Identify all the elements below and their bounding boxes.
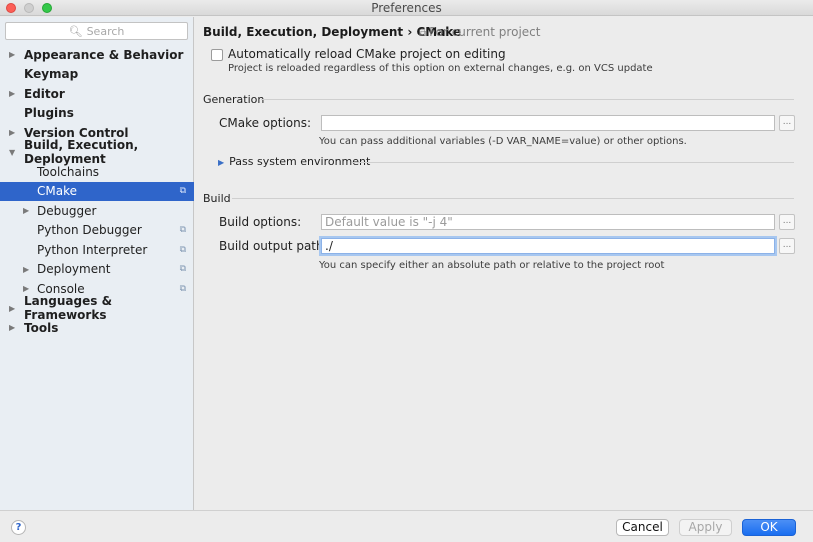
sidebar-item[interactable]: Keymap [0, 65, 194, 85]
sidebar-item[interactable]: Python Debugger ⧉ [0, 221, 194, 241]
sidebar-item[interactable]: ▼ Build, Execution, Deployment [0, 138, 194, 166]
sidebar-item[interactable]: Plugins [0, 104, 194, 124]
sidebar-item-label: Toolchains [37, 164, 100, 179]
dialog-footer: ? Cancel Apply OK [0, 510, 813, 542]
sidebar-item-label: Python Debugger [37, 223, 142, 238]
sidebar-item[interactable]: ▶ Languages & Frameworks [0, 294, 194, 322]
project-scope-icon: ⧉ [419, 28, 427, 39]
search-icon: 🔍︎ [68, 24, 83, 38]
sidebar-item[interactable]: Toolchains [0, 162, 194, 182]
build-options-field[interactable]: Default value is "-j 4" [321, 214, 775, 230]
search-input[interactable]: 🔍︎ Search [5, 22, 188, 40]
window-title: Preferences [371, 1, 442, 15]
cancel-button[interactable]: Cancel [616, 519, 669, 536]
sidebar-item-label: Appearance & Behavior [24, 47, 184, 62]
title-bar: Preferences [0, 0, 813, 16]
cmake-settings-panel: Build, Execution, Deployment › CMake ⧉ Fo… [195, 17, 813, 510]
cmake-options-hint: You can pass additional variables (-D VA… [319, 136, 687, 147]
sidebar-item-label: Keymap [24, 67, 79, 82]
sidebar-item[interactable]: Python Interpreter ⧉ [0, 240, 194, 260]
auto-reload-hint: Project is reloaded regardless of this o… [228, 63, 653, 74]
sidebar-item-label: Python Interpreter [37, 242, 148, 257]
build-divider [232, 198, 794, 199]
sidebar-item-label: Tools [24, 320, 59, 335]
expand-arrow-icon[interactable]: ▶ [23, 206, 29, 215]
sidebar-item[interactable]: CMake ⧉ [0, 181, 194, 201]
auto-reload-label[interactable]: Automatically reload CMake project on ed… [228, 47, 506, 61]
search-placeholder: Search [86, 24, 125, 38]
ok-button[interactable]: OK [742, 519, 796, 536]
pass-env-divider [352, 162, 794, 163]
sidebar-item[interactable]: ▶ Editor [0, 84, 194, 104]
generation-section-title: Generation [203, 93, 265, 106]
settings-sidebar: 🔍︎ Search ▶ Appearance & Behavior Keymap ▶ E… [0, 17, 194, 510]
sidebar-item[interactable]: ▶ Tools [0, 318, 194, 338]
cmake-options-browse-button[interactable]: ... [779, 115, 795, 131]
cmake-options-label: CMake options: [219, 116, 312, 130]
generation-divider [261, 99, 794, 100]
sidebar-item[interactable]: ▶ Debugger [0, 201, 194, 221]
sidebar-item-label: Editor [24, 86, 65, 101]
collapse-arrow-icon[interactable]: ▼ [9, 148, 15, 157]
for-project-label: For current project [429, 25, 541, 39]
build-options-browse-button[interactable]: ... [779, 214, 795, 230]
sidebar-item-label: Debugger [37, 203, 97, 218]
build-options-label: Build options: [219, 215, 302, 229]
build-output-path-hint: You can specify either an absolute path … [319, 260, 665, 271]
build-output-path-browse-button[interactable]: ... [779, 238, 795, 254]
pass-system-environment-label: Pass system environment [229, 155, 371, 168]
expand-arrow-icon[interactable]: ▶ [9, 89, 15, 98]
project-scope-icon: ⧉ [179, 186, 186, 197]
sidebar-item-label: Plugins [24, 106, 74, 121]
build-output-path-field[interactable]: ./ [321, 238, 775, 254]
expand-arrow-icon[interactable]: ▶ [9, 304, 15, 313]
expand-arrow-icon[interactable]: ▶ [23, 265, 29, 274]
sidebar-item-label: CMake [37, 184, 77, 199]
build-section-title: Build [203, 192, 231, 205]
sidebar-item-label: Deployment [37, 262, 111, 277]
expand-arrow-icon[interactable]: ▶ [23, 284, 29, 293]
help-button[interactable]: ? [11, 520, 26, 535]
pass-system-environment-toggle[interactable]: ▶ Pass system environment [218, 155, 370, 168]
expand-arrow-icon[interactable]: ▶ [9, 128, 15, 137]
settings-tree: ▶ Appearance & Behavior Keymap ▶ Editor Plugi… [0, 45, 194, 338]
project-scope-icon: ⧉ [179, 225, 186, 236]
expand-arrow-icon[interactable]: ▶ [9, 50, 15, 59]
project-scope-icon: ⧉ [179, 283, 186, 294]
cmake-options-field[interactable] [321, 115, 775, 131]
sidebar-item[interactable]: ▶ Appearance & Behavior [0, 45, 194, 65]
expand-arrow-icon[interactable]: ▶ [9, 323, 15, 332]
sidebar-item[interactable]: ▶ Deployment ⧉ [0, 260, 194, 280]
project-scope-icon: ⧉ [179, 244, 186, 255]
project-scope-icon: ⧉ [179, 264, 186, 275]
apply-button[interactable]: Apply [679, 519, 732, 536]
expand-arrow-icon: ▶ [218, 158, 225, 167]
for-current-project-note: ⧉ For current project [419, 25, 540, 39]
build-output-path-label: Build output path: [219, 239, 328, 253]
auto-reload-checkbox[interactable] [211, 49, 223, 61]
